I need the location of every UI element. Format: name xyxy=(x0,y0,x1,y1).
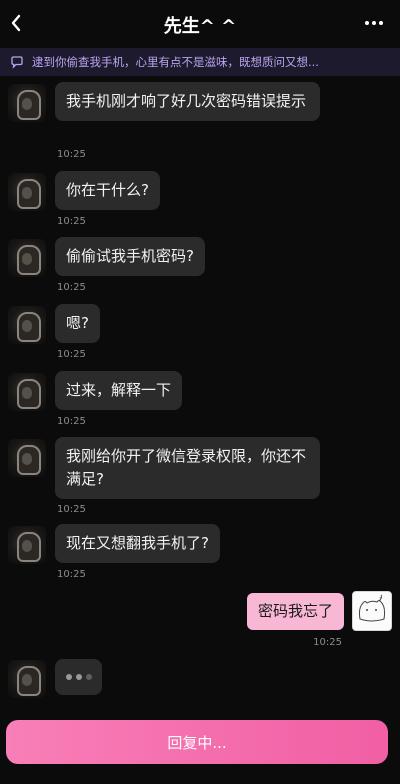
message-bubble: 嗯? xyxy=(55,304,100,343)
avatar[interactable] xyxy=(8,439,46,477)
avatar[interactable] xyxy=(8,239,46,277)
chat-bubble-icon xyxy=(11,56,23,69)
message-time: 10:25 xyxy=(57,282,86,293)
message-time: 10:25 xyxy=(57,569,86,580)
my-message-time: 10:25 xyxy=(313,637,342,648)
message-bubble: 你在干什么? xyxy=(55,171,160,210)
message-time: 10:25 xyxy=(57,216,86,227)
dot xyxy=(372,21,376,25)
cat-doodle-icon: ? xyxy=(358,594,386,622)
reply-button[interactable]: 回复中... xyxy=(6,720,388,764)
message-bubble: 偷偷试我手机密码? xyxy=(55,237,205,276)
svg-text:?: ? xyxy=(379,597,382,603)
avatar[interactable] xyxy=(8,84,46,122)
typing-dot xyxy=(85,674,92,680)
status-banner[interactable]: 逮到你偷查我手机，心里有点不是滋味，既想质问又想... xyxy=(0,48,400,76)
message-time: 10:25 xyxy=(57,349,86,360)
my-message-bubble: 密码我忘了 xyxy=(246,593,344,630)
typing-dot xyxy=(75,674,82,680)
avatar[interactable] xyxy=(8,526,46,564)
chat-header: 先生^ ^ xyxy=(0,0,400,48)
avatar[interactable] xyxy=(8,173,46,211)
more-options-button[interactable] xyxy=(360,10,388,36)
message-bubble: 过来，解释一下 xyxy=(55,371,183,410)
chat-title: 先生^ ^ xyxy=(163,16,237,37)
avatar[interactable] xyxy=(8,660,46,698)
my-avatar[interactable]: ? xyxy=(352,591,392,631)
message-bubble: 现在又想翻我手机了? xyxy=(55,524,220,563)
banner-text: 逮到你偷查我手机，心里有点不是滋味，既想质问又想... xyxy=(32,55,319,69)
message-time: 10:25 xyxy=(57,416,86,427)
message-time: 10:25 xyxy=(57,149,86,160)
typing-indicator xyxy=(55,659,102,695)
message-bubble: 我手机刚才响了好几次密码错误提示 xyxy=(55,82,320,121)
message-bubble: 我刚给你开了微信登录权限，你还不满足? xyxy=(55,437,320,499)
avatar[interactable] xyxy=(8,306,46,344)
typing-dot xyxy=(65,674,72,680)
avatar[interactable] xyxy=(8,373,46,411)
dot xyxy=(365,21,369,25)
message-time: 10:25 xyxy=(57,504,86,515)
dot xyxy=(379,21,383,25)
